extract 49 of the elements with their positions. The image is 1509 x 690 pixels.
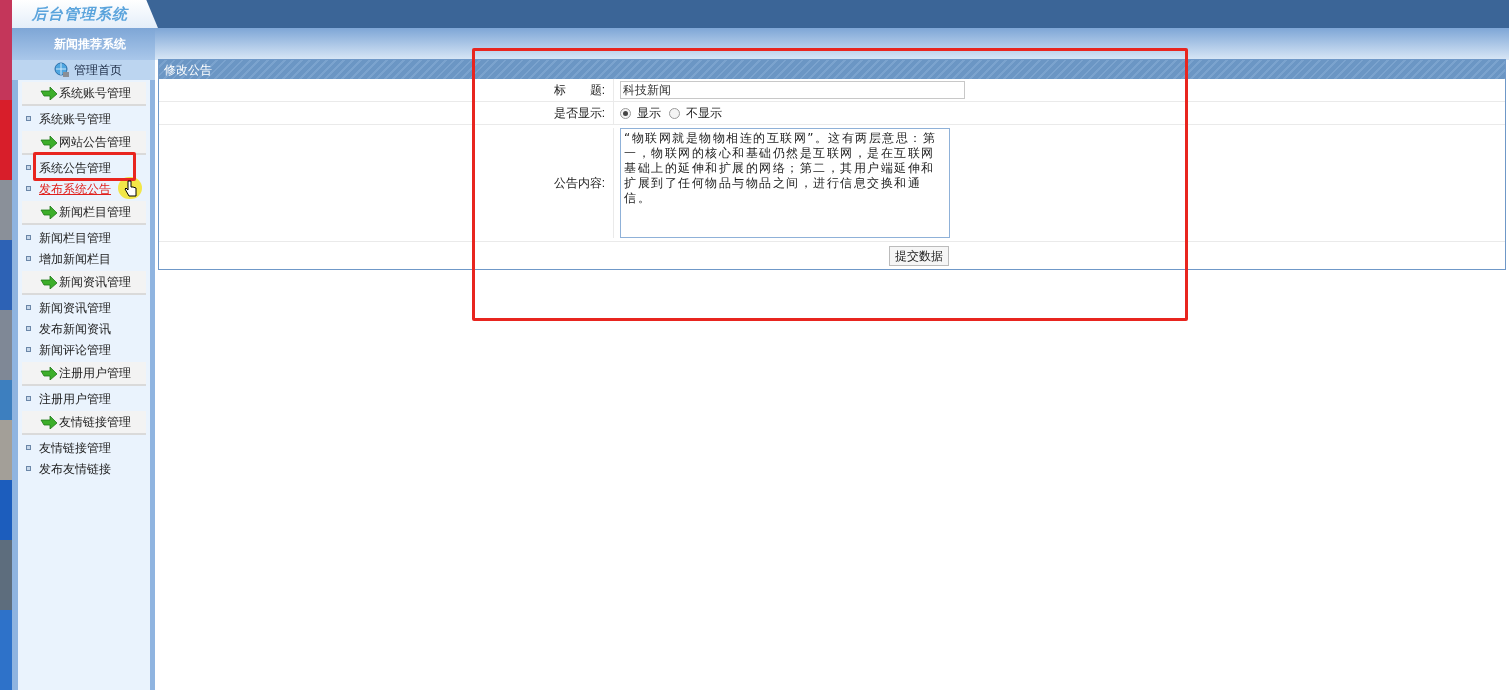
globe-icon: [54, 62, 70, 78]
sidebar-link[interactable]: 新闻评论管理: [39, 340, 111, 359]
panel-title: 修改公告: [164, 61, 212, 79]
bullet-icon: [26, 256, 31, 261]
radio-button[interactable]: [669, 107, 680, 119]
app-title: 后台管理系统: [32, 3, 128, 24]
submit-button[interactable]: 提交数据: [889, 245, 949, 266]
sidebar-link[interactable]: 新闻资讯管理: [39, 298, 111, 317]
title-input[interactable]: 科技新闻: [620, 81, 965, 99]
arrow-icon: [40, 86, 58, 100]
field-label: 是否显示:: [553, 105, 605, 122]
group-title: 友情链接管理: [59, 414, 131, 431]
sidebar-link[interactable]: 系统公告管理: [39, 158, 111, 177]
arrow-icon: [40, 415, 58, 429]
sidebar-link[interactable]: 发布系统公告: [39, 179, 111, 198]
arrow-icon: [40, 205, 58, 219]
bullet-icon: [26, 305, 31, 310]
bullet-icon: [26, 396, 31, 401]
sidebar-link[interactable]: 增加新闻栏目: [39, 249, 111, 268]
bullet-icon: [26, 165, 31, 170]
sidebar-link[interactable]: 系统账号管理: [39, 109, 111, 128]
arrow-icon: [40, 275, 58, 289]
sidebar-link[interactable]: 发布友情链接: [39, 459, 111, 478]
arrow-icon: [40, 135, 58, 149]
sidebar-link[interactable]: 新闻栏目管理: [39, 228, 111, 247]
sidebar-link[interactable]: 注册用户管理: [39, 389, 111, 408]
bullet-icon: [26, 235, 31, 240]
group-title: 注册用户管理: [59, 365, 131, 382]
radio-label: 显示: [637, 105, 661, 122]
bullet-icon: [26, 466, 31, 471]
bullet-icon: [26, 186, 31, 191]
hand-cursor-icon: [124, 180, 138, 198]
group-title: 新闻栏目管理: [59, 204, 131, 221]
bullet-icon: [26, 116, 31, 121]
radio-label: 不显示: [686, 105, 722, 122]
arrow-icon: [40, 366, 58, 380]
field-label: 标 题:: [553, 82, 605, 99]
bullet-icon: [26, 347, 31, 352]
content-textarea[interactable]: “物联网就是物物相连的互联网”。这有两层意思：第一，物联网的核心和基础仍然是互联网，是在互联网基础上的延伸和扩展的网络；第二，其用户端延伸和扩展到了任何物品与物品之间，进行信息交换和通信。: [620, 128, 950, 238]
system-name: 新闻推荐系统: [54, 36, 126, 53]
bullet-icon: [26, 326, 31, 331]
group-title: 网站公告管理: [59, 134, 131, 151]
radio-button[interactable]: [620, 107, 631, 119]
sidebar-link[interactable]: 友情链接管理: [39, 438, 111, 457]
group-title: 系统账号管理: [59, 85, 131, 102]
group-title: 新闻资讯管理: [59, 274, 131, 291]
sidebar-link[interactable]: 发布新闻资讯: [39, 319, 111, 338]
bullet-icon: [26, 445, 31, 450]
field-label: 公告内容:: [553, 175, 605, 192]
